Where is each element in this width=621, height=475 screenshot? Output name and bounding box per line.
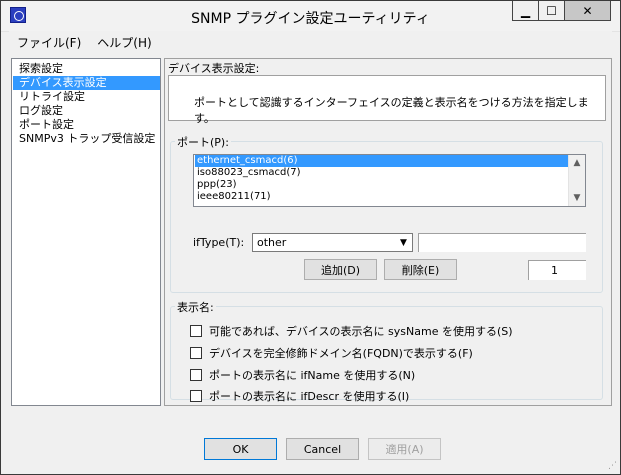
chevron-down-icon[interactable]: ▼ — [395, 234, 412, 251]
use-fqdn-checkbox[interactable]: デバイスを完全修飾ドメイン名(FQDN)で表示する(F) — [190, 345, 473, 361]
nav-item-log[interactable]: ログ設定 — [13, 104, 160, 118]
cancel-button[interactable]: Cancel — [286, 438, 359, 460]
checkbox-box[interactable] — [190, 325, 202, 337]
port-group: ポート(P): ethernet_csmacd(6) iso88023_csma… — [170, 134, 603, 293]
count-value: 1 — [551, 264, 558, 277]
main-window: SNMP プラグイン設定ユーティリティ ▁ ☐ ✕ ファイル(F) ヘルプ(H)… — [0, 0, 621, 475]
use-ifname-checkbox[interactable]: ポートの表示名に ifName を使用する(N) — [190, 367, 415, 383]
display-name-group-label: 表示名: — [175, 299, 216, 315]
menu-help[interactable]: ヘルプ(H) — [89, 34, 159, 51]
close-button[interactable]: ✕ — [564, 1, 611, 21]
port-group-label: ポート(P): — [175, 134, 231, 150]
port-list-item[interactable]: ethernet_csmacd(6) — [195, 155, 568, 167]
ok-button[interactable]: OK — [204, 438, 277, 460]
iftype-selected-value: other — [257, 236, 287, 249]
iftype-label: ifType(T): — [193, 236, 245, 249]
settings-nav[interactable]: 探索設定 デバイス表示設定 リトライ設定 ログ設定 ポート設定 SNMPv3 ト… — [11, 58, 161, 406]
caption-buttons: ▁ ☐ ✕ — [512, 1, 611, 22]
nav-item-port[interactable]: ポート設定 — [13, 118, 160, 132]
minimize-button[interactable]: ▁ — [512, 1, 539, 21]
iftype-dropdown[interactable]: other ▼ — [252, 233, 413, 252]
use-ifdescr-checkbox[interactable]: ポートの表示名に ifDescr を使用する(I) — [190, 388, 409, 404]
use-sysname-checkbox[interactable]: 可能であれば、デバイスの表示名に sysName を使用する(S) — [190, 323, 513, 339]
port-list-item[interactable]: ppp(23) — [195, 179, 568, 191]
maximize-icon: ☐ — [546, 3, 557, 18]
nav-item-retry[interactable]: リトライ設定 — [13, 90, 160, 104]
panel-title: デバイス表示設定: — [168, 62, 260, 75]
title-bar[interactable]: SNMP プラグイン設定ユーティリティ ▁ ☐ ✕ — [1, 1, 620, 32]
settings-panel: デバイス表示設定: ポートとして認識するインターフェイスの定義と表示名をつける方… — [164, 58, 612, 406]
close-icon: ✕ — [582, 3, 593, 18]
checkbox-box[interactable] — [190, 347, 202, 359]
delete-button[interactable]: 削除(E) — [384, 259, 457, 280]
nav-item-device-display[interactable]: デバイス表示設定 — [13, 76, 160, 90]
display-name-group: 表示名: 可能であれば、デバイスの表示名に sysName を使用する(S) デ… — [170, 299, 603, 403]
count-field[interactable]: 1 — [528, 260, 586, 280]
port-list-item[interactable]: ieee80211(71) — [195, 191, 568, 203]
scroll-down-icon[interactable]: ▼ — [569, 190, 585, 206]
port-list-item[interactable]: iso88023_csmacd(7) — [195, 167, 568, 179]
nav-item-discovery[interactable]: 探索設定 — [13, 62, 160, 76]
apply-button[interactable]: 適用(A) — [368, 438, 441, 460]
scroll-up-icon[interactable]: ▲ — [569, 155, 585, 171]
nav-item-snmpv3-trap[interactable]: SNMPv3 トラップ受信設定 — [13, 132, 160, 146]
description-text: ポートとして認識するインターフェイスの定義と表示名をつける方法を指定します。 — [194, 96, 589, 125]
checkbox-label: ポートの表示名に ifDescr を使用する(I) — [209, 390, 410, 403]
add-button[interactable]: 追加(D) — [304, 259, 377, 280]
iftype-text-field[interactable] — [418, 233, 586, 252]
checkbox-box[interactable] — [190, 369, 202, 381]
checkbox-box[interactable] — [190, 390, 202, 402]
menu-file[interactable]: ファイル(F) — [9, 34, 89, 51]
menu-bar: ファイル(F) ヘルプ(H) — [9, 31, 612, 53]
checkbox-label: デバイスを完全修飾ドメイン名(FQDN)で表示する(F) — [209, 347, 473, 360]
port-list-scrollbar[interactable]: ▲ ▼ — [568, 155, 585, 206]
checkbox-label: 可能であれば、デバイスの表示名に sysName を使用する(S) — [209, 325, 513, 338]
dialog-buttons: OK Cancel 適用(A) — [9, 438, 612, 460]
size-grip-icon[interactable]: ⋰ — [608, 461, 617, 471]
maximize-button[interactable]: ☐ — [538, 1, 565, 21]
checkbox-label: ポートの表示名に ifName を使用する(N) — [209, 369, 416, 382]
port-listbox[interactable]: ethernet_csmacd(6) iso88023_csmacd(7) pp… — [193, 154, 586, 207]
description-box: ポートとして認識するインターフェイスの定義と表示名をつける方法を指定します。 — [168, 75, 606, 125]
minimize-icon: ▁ — [520, 3, 531, 18]
client-area: 探索設定 デバイス表示設定 リトライ設定 ログ設定 ポート設定 SNMPv3 ト… — [9, 53, 612, 465]
